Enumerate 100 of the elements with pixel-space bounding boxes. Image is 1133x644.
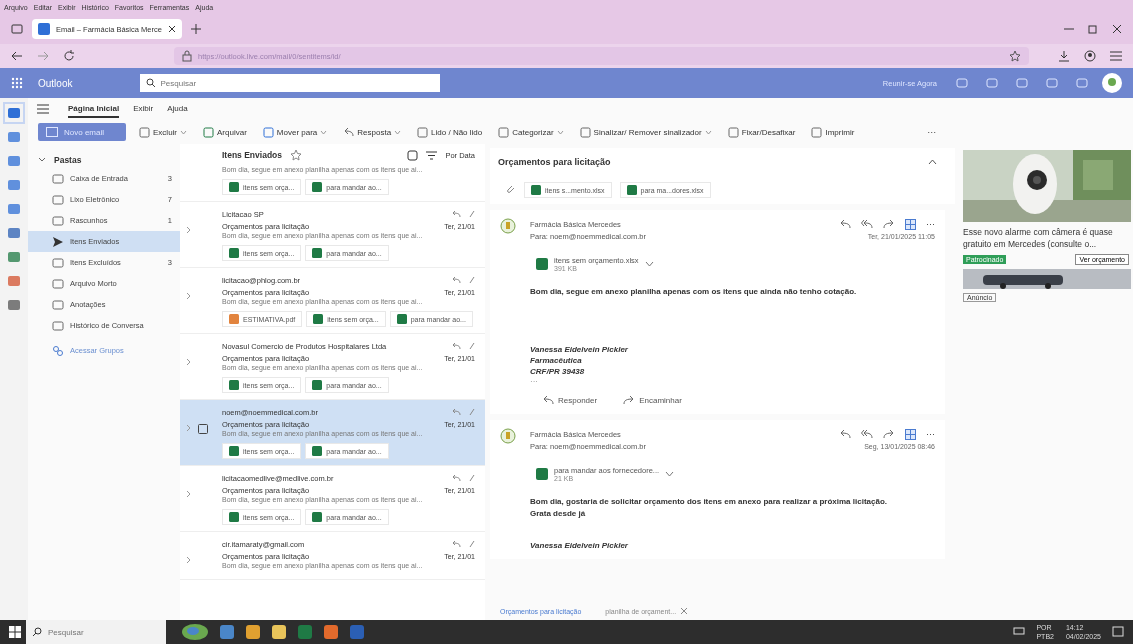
reply-icon[interactable] (839, 429, 851, 439)
reload-icon[interactable] (63, 50, 75, 62)
header-icon[interactable] (986, 77, 998, 89)
reply-button[interactable]: Responder (536, 394, 604, 406)
new-tab-icon[interactable] (190, 24, 201, 34)
lock-icon[interactable] (182, 50, 192, 62)
reply-icon (452, 341, 461, 350)
ad-text[interactable]: Esse novo alarme com câmera é quase gratuito em Mercedes (consulte o... (963, 226, 1129, 250)
tab-list-icon[interactable] (11, 23, 23, 35)
trash-button[interactable]: Excluir (136, 126, 191, 138)
mail-icon (38, 23, 50, 35)
reply-button[interactable]: Resposta (340, 126, 405, 138)
app-icon[interactable] (7, 154, 21, 168)
spreadsheet-icon (536, 258, 548, 270)
chevron-down-icon (394, 129, 402, 135)
app-icon[interactable] (7, 178, 21, 192)
reply-all-icon[interactable] (861, 429, 873, 439)
body-text: Grata desde já (530, 508, 587, 520)
move-button[interactable]: Mover para (259, 126, 331, 138)
header-icon[interactable] (1046, 77, 1058, 89)
account-icon[interactable] (1084, 50, 1096, 62)
chevron-right-icon[interactable] (186, 358, 192, 366)
grid-icon[interactable] (905, 428, 916, 440)
chevron-right-icon[interactable] (186, 226, 192, 234)
checkbox[interactable] (198, 424, 208, 434)
forward-button[interactable]: Encaminhar (617, 394, 688, 406)
map-icon[interactable] (181, 623, 209, 641)
search-field[interactable]: Pesquisar (140, 74, 441, 92)
forward-icon (623, 395, 636, 405)
app-icon[interactable] (7, 274, 21, 288)
read-button[interactable]: Lido / Não lido (414, 126, 486, 138)
pin-button[interactable]: Fixar/Desafixar (724, 126, 799, 138)
network-icon[interactable] (1013, 627, 1026, 637)
chevron-right-icon[interactable] (186, 424, 192, 432)
chevron-right-icon[interactable] (186, 292, 192, 300)
chevron-right-icon[interactable] (186, 490, 192, 498)
header-icon[interactable] (956, 77, 968, 89)
app-icon[interactable] (7, 298, 21, 312)
ribbon-tab[interactable]: Exibir (133, 100, 154, 118)
signature-line: Vanessa Eidelvein Pickler (530, 540, 629, 551)
windows-icon[interactable] (9, 626, 21, 638)
notification-icon[interactable] (1112, 626, 1124, 638)
tag-button[interactable]: Categorizar (495, 126, 567, 138)
body-text: Bom dia, gostaria de solicitar orçamento dos itens em anexo para realizar a próxima licitação. (530, 496, 888, 508)
flag-button[interactable]: Sinalizar/ Remover sinalizador (576, 126, 715, 138)
more-button[interactable]: ··· (927, 127, 937, 137)
filter-icon[interactable] (426, 150, 438, 160)
spreadsheet-icon (312, 380, 323, 390)
more-button[interactable]: ··· (926, 219, 935, 229)
reply-icon (452, 473, 461, 482)
header-icon[interactable] (1076, 77, 1088, 89)
archive-button[interactable]: Arquivar (200, 126, 250, 138)
select-icon[interactable] (407, 149, 419, 161)
spreadsheet-icon (531, 185, 541, 195)
menu-icon[interactable] (37, 104, 49, 114)
taskbar-app-icon[interactable] (323, 624, 339, 640)
download-icon[interactable] (1058, 50, 1070, 62)
star-icon[interactable] (1009, 50, 1021, 62)
ribbon-tab[interactable]: Ajuda (167, 100, 188, 118)
app-icon[interactable] (7, 130, 21, 144)
chevron-down-icon (320, 129, 328, 135)
forward-icon[interactable] (883, 219, 895, 229)
app-launcher-icon[interactable] (11, 77, 23, 89)
body-text: Bom dia, segue em anexo planilha apenas com os itens que ainda não tenho cotação. (530, 286, 858, 298)
spreadsheet-icon (229, 512, 239, 522)
ribbon-tab[interactable]: Página Inicial (68, 100, 120, 118)
spreadsheet-icon (229, 182, 239, 192)
reply-all-icon[interactable] (861, 219, 873, 229)
more-button[interactable]: ··· (926, 429, 935, 439)
star-icon[interactable] (290, 149, 302, 161)
taskbar-search-field[interactable]: Pesquisar (26, 620, 166, 644)
reply-icon (452, 539, 461, 548)
reply-icon (452, 407, 461, 416)
folders-header[interactable]: Pastas (28, 152, 180, 168)
header-icon[interactable] (1016, 77, 1028, 89)
app-icon[interactable] (7, 250, 21, 264)
app-icon[interactable] (7, 202, 21, 216)
app-icon[interactable] (7, 226, 21, 240)
spreadsheet-icon (312, 446, 323, 456)
collapse-icon[interactable] (928, 159, 937, 165)
sender-logo-icon (500, 218, 516, 234)
compose-icon (46, 127, 58, 137)
close-icon[interactable] (167, 25, 176, 33)
close-icon[interactable] (1112, 24, 1122, 34)
spreadsheet-icon (229, 248, 239, 258)
signature-line: Farmacêutica (530, 355, 583, 366)
avatar-icon[interactable] (1102, 73, 1122, 93)
taskbar-app-icon[interactable] (245, 624, 261, 640)
forward-icon[interactable] (883, 429, 895, 439)
reply-icon[interactable] (839, 219, 851, 229)
menu-icon[interactable] (1110, 51, 1122, 61)
chevron-down-icon (38, 157, 46, 163)
grid-icon[interactable] (905, 218, 916, 230)
chevron-right-icon[interactable] (186, 556, 192, 564)
print-button[interactable]: Imprimir (808, 126, 858, 138)
taskbar-app-icon[interactable] (271, 624, 287, 640)
back-icon[interactable] (11, 51, 23, 61)
send-icon (52, 235, 64, 248)
taskbar-app-icon[interactable] (219, 624, 235, 640)
restore-icon[interactable] (1088, 24, 1098, 34)
